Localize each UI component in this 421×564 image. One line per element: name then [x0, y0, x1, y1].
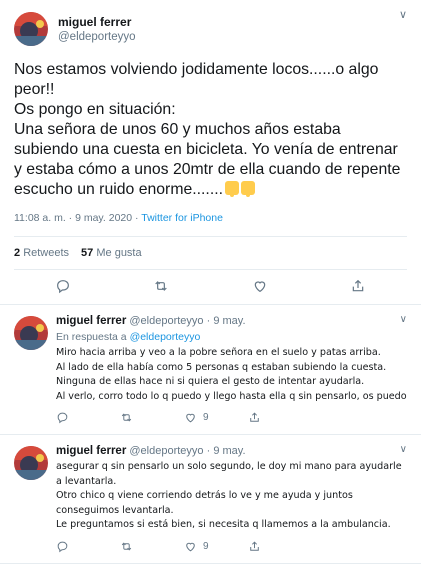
tweet-meta: 11:08 a. m. · 9 may. 2020 · Twitter for …: [14, 212, 407, 237]
in-reply-label: En respuesta a: [56, 331, 127, 343]
like-icon: [186, 413, 195, 423]
reply-date[interactable]: · 9 may.: [207, 445, 246, 457]
reply-header: miguel ferrer @eldeporteyyo · 9 may.: [56, 444, 407, 458]
tweet-source-link[interactable]: Twitter for iPhone: [141, 212, 223, 224]
share-icon[interactable]: [248, 540, 312, 553]
like-count: 9: [203, 412, 209, 423]
retweets-count[interactable]: 2: [14, 247, 20, 259]
avatar[interactable]: [14, 316, 48, 350]
chevron-down-icon[interactable]: ∨: [400, 314, 407, 325]
avatar[interactable]: [14, 12, 48, 46]
reply-header: miguel ferrer @eldeporteyyo · 9 may.: [56, 314, 407, 328]
reply-tweet[interactable]: miguel ferrer @eldeporteyyo · 9 may. ase…: [0, 435, 421, 564]
like-count: 9: [203, 540, 209, 552]
reply-icon[interactable]: [56, 540, 120, 553]
likes-count[interactable]: 57: [81, 247, 93, 259]
in-reply-to: En respuesta a @eldeporteyyo: [56, 330, 407, 344]
author-name[interactable]: miguel ferrer: [58, 15, 136, 30]
reply-body: miguel ferrer @eldeporteyyo · 9 may. ase…: [56, 444, 407, 563]
main-tweet-header: miguel ferrer @eldeporteyyo ∨: [14, 8, 407, 50]
reply-actions: 9: [56, 404, 407, 434]
chevron-down-icon[interactable]: ∨: [400, 444, 407, 455]
reply-body: miguel ferrer @eldeporteyyo · 9 may. En …: [56, 314, 407, 434]
like-button[interactable]: 9: [184, 411, 248, 424]
author-block: miguel ferrer @eldeporteyyo: [58, 15, 136, 44]
reply-author-name[interactable]: miguel ferrer: [56, 445, 126, 457]
reply-text: Miro hacia arriba y veo a la pobre señor…: [56, 347, 407, 402]
retweet-icon[interactable]: [153, 278, 169, 294]
pointing-down-emoji: [225, 181, 239, 197]
tweet-text-body: Nos estamos volviendo jodidamente locos.…: [14, 61, 401, 198]
reply-icon[interactable]: [56, 411, 120, 424]
reply-text: asegurar q sin pensarlo un solo segundo,…: [56, 461, 402, 530]
reply-tweet[interactable]: miguel ferrer @eldeporteyyo · 9 may. En …: [0, 305, 421, 435]
chevron-down-icon[interactable]: ∨: [399, 8, 407, 21]
avatar[interactable]: [14, 446, 48, 480]
like-icon[interactable]: [252, 278, 268, 294]
reply-author-name[interactable]: miguel ferrer: [56, 315, 126, 327]
reply-actions: 9: [56, 533, 407, 563]
tweet-actions: [14, 270, 407, 304]
retweet-icon[interactable]: [120, 540, 184, 553]
retweets-label[interactable]: Retweets: [23, 247, 69, 259]
main-tweet: miguel ferrer @eldeporteyyo ∨ Nos estamo…: [0, 0, 421, 305]
share-icon[interactable]: [350, 278, 366, 294]
likes-label[interactable]: Me gusta: [96, 247, 141, 259]
tweet-timestamp[interactable]: 11:08 a. m. · 9 may. 2020 ·: [14, 212, 141, 224]
in-reply-handle-link[interactable]: @eldeporteyyo: [130, 331, 201, 343]
tweet-text: Nos estamos volviendo jodidamente locos.…: [14, 60, 407, 200]
retweet-icon[interactable]: [120, 411, 184, 424]
tweet-thread: miguel ferrer @eldeporteyyo ∨ Nos estamo…: [0, 0, 421, 564]
reply-author-handle[interactable]: @eldeporteyyo: [129, 315, 203, 327]
like-icon: [186, 542, 195, 551]
like-button[interactable]: 9: [184, 540, 248, 553]
reply-author-handle[interactable]: @eldeporteyyo: [129, 445, 203, 457]
reply-date[interactable]: · 9 may.: [207, 315, 246, 327]
reply-icon[interactable]: [55, 278, 71, 294]
pointing-down-emoji: [241, 181, 255, 197]
share-icon[interactable]: [248, 411, 312, 424]
author-handle[interactable]: @eldeporteyyo: [58, 30, 136, 44]
tweet-stats: 2 Retweets 57 Me gusta: [14, 237, 407, 270]
